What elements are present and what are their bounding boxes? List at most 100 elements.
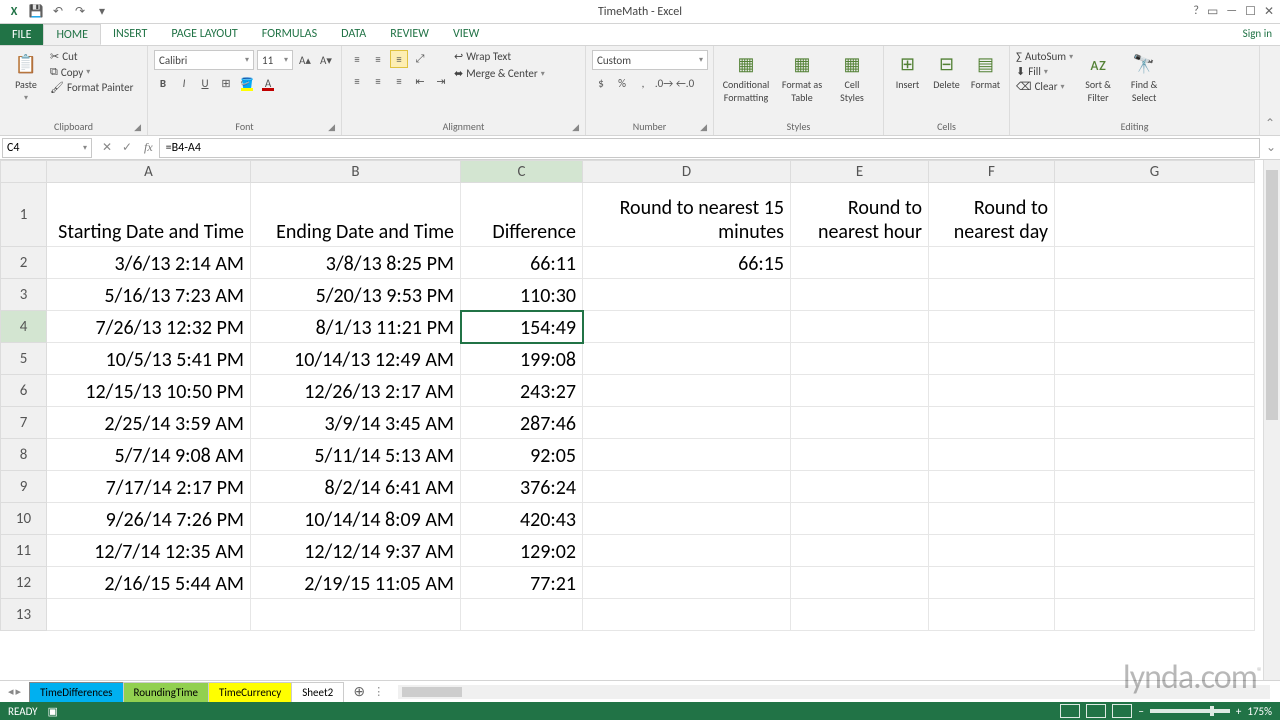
cell-A8[interactable]: 5/7/14 9:08 AM	[47, 439, 251, 471]
wrap-text-button[interactable]: ↩Wrap Text	[454, 50, 545, 63]
format-as-table-button[interactable]: ▦Format as Table	[776, 50, 828, 106]
sheet-nav-prev-icon[interactable]: ◂	[8, 685, 14, 698]
cell-D10[interactable]	[583, 503, 791, 535]
cell-E1[interactable]: Round to nearest hour	[791, 183, 929, 247]
cell-A11[interactable]: 12/7/14 12:35 AM	[47, 535, 251, 567]
font-color-button[interactable]: A	[259, 74, 277, 92]
cell-A1[interactable]: Starting Date and Time	[47, 183, 251, 247]
cell-C9[interactable]: 376:24	[461, 471, 583, 503]
cut-button[interactable]: ✂Cut	[50, 50, 133, 63]
cell-F4[interactable]	[929, 311, 1055, 343]
italic-button[interactable]: I	[175, 74, 193, 92]
cell-E9[interactable]	[791, 471, 929, 503]
tab-formulas[interactable]: FORMULAS	[250, 24, 329, 45]
cell-E12[interactable]	[791, 567, 929, 599]
cell-G9[interactable]	[1055, 471, 1255, 503]
cell-F12[interactable]	[929, 567, 1055, 599]
cell-G2[interactable]	[1055, 247, 1255, 279]
horizontal-scrollbar[interactable]	[398, 685, 1270, 699]
cell-D1[interactable]: Round to nearest 15 minutes	[583, 183, 791, 247]
format-cells-button[interactable]: ▤Format	[968, 50, 1003, 93]
cell-B1[interactable]: Ending Date and Time	[251, 183, 461, 247]
cell-B3[interactable]: 5/20/13 9:53 PM	[251, 279, 461, 311]
cell-C2[interactable]: 66:11	[461, 247, 583, 279]
cell-A6[interactable]: 12/15/13 10:50 PM	[47, 375, 251, 407]
cell-A7[interactable]: 2/25/14 3:59 AM	[47, 407, 251, 439]
cell-D7[interactable]	[583, 407, 791, 439]
cell-B5[interactable]: 10/14/13 12:49 AM	[251, 343, 461, 375]
cell-F2[interactable]	[929, 247, 1055, 279]
tab-insert[interactable]: INSERT	[101, 24, 159, 45]
row-header-7[interactable]: 7	[1, 407, 47, 439]
cell-B12[interactable]: 2/19/15 11:05 AM	[251, 567, 461, 599]
cell-B9[interactable]: 8/2/14 6:41 AM	[251, 471, 461, 503]
cell-A13[interactable]	[47, 599, 251, 631]
cell-G11[interactable]	[1055, 535, 1255, 567]
column-header-A[interactable]: A	[47, 161, 251, 183]
row-header-1[interactable]: 1	[1, 183, 47, 247]
cell-D12[interactable]	[583, 567, 791, 599]
sheet-tab-timecurrency[interactable]: TimeCurrency	[208, 682, 292, 702]
cell-G8[interactable]	[1055, 439, 1255, 471]
maximize-icon[interactable]: ☐	[1245, 4, 1256, 19]
column-header-C[interactable]: C	[461, 161, 583, 183]
row-header-6[interactable]: 6	[1, 375, 47, 407]
sheet-tab-roundingtime[interactable]: RoundingTime	[123, 682, 210, 702]
delete-cells-button[interactable]: ⊟Delete	[929, 50, 964, 93]
cell-F1[interactable]: Round to nearest day	[929, 183, 1055, 247]
row-header-2[interactable]: 2	[1, 247, 47, 279]
cell-F3[interactable]	[929, 279, 1055, 311]
cell-A3[interactable]: 5/16/13 7:23 AM	[47, 279, 251, 311]
collapse-ribbon-icon[interactable]: ⌃	[1260, 46, 1280, 135]
cell-F8[interactable]	[929, 439, 1055, 471]
cell-E10[interactable]	[791, 503, 929, 535]
cell-A9[interactable]: 7/17/14 2:17 PM	[47, 471, 251, 503]
cell-G7[interactable]	[1055, 407, 1255, 439]
expand-formula-bar-icon[interactable]: ⌄	[1262, 140, 1280, 155]
cell-D2[interactable]: 66:15	[583, 247, 791, 279]
font-size-select[interactable]: 11▾	[257, 50, 293, 70]
column-header-D[interactable]: D	[583, 161, 791, 183]
cell-E13[interactable]	[791, 599, 929, 631]
decrease-decimal-icon[interactable]: ←.0	[676, 74, 694, 92]
cell-B4[interactable]: 8/1/13 11:21 PM	[251, 311, 461, 343]
row-header-12[interactable]: 12	[1, 567, 47, 599]
autosum-button[interactable]: ∑AutoSum▾	[1016, 50, 1073, 63]
increase-font-icon[interactable]: A▴	[296, 51, 314, 69]
row-header-9[interactable]: 9	[1, 471, 47, 503]
increase-decimal-icon[interactable]: .0→	[655, 74, 673, 92]
cell-G12[interactable]	[1055, 567, 1255, 599]
cell-C13[interactable]	[461, 599, 583, 631]
cell-C3[interactable]: 110:30	[461, 279, 583, 311]
cell-G3[interactable]	[1055, 279, 1255, 311]
cell-C6[interactable]: 243:27	[461, 375, 583, 407]
cell-D3[interactable]	[583, 279, 791, 311]
border-button[interactable]: ⊞	[217, 74, 235, 92]
cell-E8[interactable]	[791, 439, 929, 471]
sort-filter-button[interactable]: ᴀᴢSort & Filter	[1077, 50, 1119, 106]
underline-button[interactable]: U	[196, 74, 214, 92]
save-icon[interactable]: 💾	[28, 4, 44, 20]
clear-button[interactable]: ⌫Clear▾	[1016, 80, 1073, 93]
zoom-in-icon[interactable]: +	[1236, 705, 1241, 718]
page-layout-view-icon[interactable]	[1086, 704, 1106, 718]
cell-G5[interactable]	[1055, 343, 1255, 375]
currency-icon[interactable]: $	[592, 74, 610, 92]
qat-customize-icon[interactable]: ▾	[94, 4, 110, 20]
tab-page-layout[interactable]: PAGE LAYOUT	[159, 24, 249, 45]
minimize-icon[interactable]: —	[1226, 4, 1237, 19]
tab-review[interactable]: REVIEW	[378, 24, 441, 45]
zoom-level[interactable]: 175%	[1247, 705, 1272, 718]
column-header-B[interactable]: B	[251, 161, 461, 183]
page-break-view-icon[interactable]	[1112, 704, 1132, 718]
tab-scroll-dots-icon[interactable]: ⋮	[373, 685, 384, 698]
bold-button[interactable]: B	[154, 74, 172, 92]
align-center-icon[interactable]: ≡	[369, 72, 387, 90]
cell-B2[interactable]: 3/8/13 8:25 PM	[251, 247, 461, 279]
cell-C1[interactable]: Difference	[461, 183, 583, 247]
dialog-launcher-icon[interactable]: ◢	[700, 122, 707, 133]
cell-C12[interactable]: 77:21	[461, 567, 583, 599]
cell-F7[interactable]	[929, 407, 1055, 439]
cell-B7[interactable]: 3/9/14 3:45 AM	[251, 407, 461, 439]
cell-E5[interactable]	[791, 343, 929, 375]
